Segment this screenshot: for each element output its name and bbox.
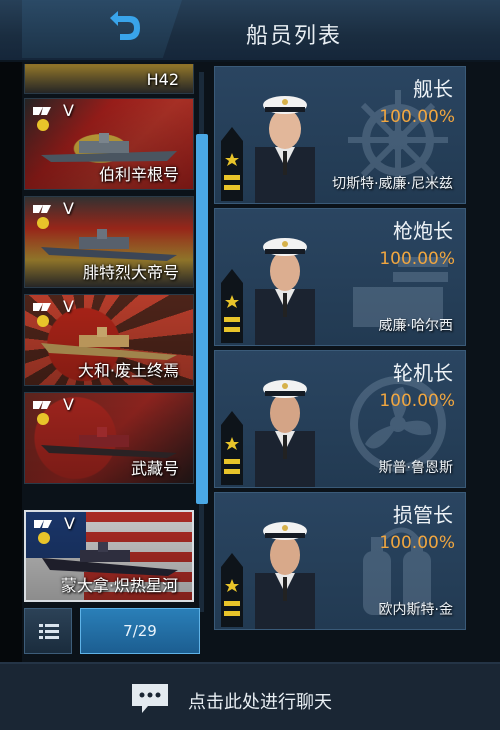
ship-name: 大和·废土终焉 <box>77 361 179 380</box>
ship-name: H42 <box>146 70 179 89</box>
rank-insignia-icon <box>221 553 243 627</box>
officer-portrait <box>255 380 315 487</box>
crew-role: 轮机长 <box>393 361 453 385</box>
crew-name: 威廉·哈尔西 <box>378 318 453 334</box>
crew-role: 舰长 <box>413 77 453 101</box>
rank-badge-icon <box>34 520 52 544</box>
ship-tier: V <box>63 101 74 120</box>
officer-portrait <box>255 522 315 629</box>
rank-badge-icon <box>33 205 51 229</box>
rank-badge-icon <box>33 303 51 327</box>
back-button[interactable] <box>100 8 150 48</box>
crew-name: 斯普·鲁恩斯 <box>378 460 453 476</box>
crew-role: 损管长 <box>393 503 453 527</box>
ship-card-3[interactable]: V 大和·废土终焉 <box>24 294 194 386</box>
ship-list[interactable]: H42 V 伯利辛根号 V 腓特烈大帝号 V 大和·废土终焉 V 武藏号 V 蒙… <box>24 64 196 604</box>
page-indicator[interactable]: 7/29 <box>80 608 200 654</box>
battleship-icon <box>41 229 177 261</box>
officer-portrait <box>255 96 315 203</box>
crew-card-captain[interactable]: 舰长 100.00% 切斯特·威廉·尼米兹 <box>214 66 466 204</box>
rank-badge-icon <box>33 401 51 425</box>
crew-name: 切斯特·威廉·尼米兹 <box>332 176 453 192</box>
officer-portrait <box>255 238 315 345</box>
crew-name: 欧内斯特·金 <box>378 602 453 618</box>
battleship-icon <box>41 427 177 458</box>
back-arrow-icon <box>110 11 140 40</box>
list-icon <box>39 624 59 639</box>
chat-bubble-icon <box>132 684 168 713</box>
ship-card-0[interactable]: H42 <box>24 64 194 94</box>
ship-name: 蒙大拿·炽热星河 <box>60 576 178 595</box>
crew-percent: 100.00% <box>379 533 455 553</box>
ship-card-2[interactable]: V 腓特烈大帝号 <box>24 196 194 288</box>
page-title: 船员列表 <box>246 24 343 49</box>
chat-bar[interactable]: 点击此处进行聊天 <box>0 662 500 730</box>
ship-tier: V <box>63 199 74 218</box>
crew-card-gunnery[interactable]: 枪炮长 100.00% 威廉·哈尔西 <box>214 208 466 346</box>
ship-card-1[interactable]: V 伯利辛根号 <box>24 98 194 190</box>
crew-card-damage-control[interactable]: 损管长 100.00% 欧内斯特·金 <box>214 492 466 630</box>
list-view-button[interactable] <box>24 608 72 654</box>
ship-card-4[interactable]: V 武藏号 <box>24 392 194 484</box>
header-bar: 船员列表 <box>0 0 500 62</box>
rank-insignia-icon <box>221 269 243 343</box>
ship-card-5-selected[interactable]: V 蒙大拿·炽热星河 <box>24 510 194 602</box>
ship-name: 武藏号 <box>130 459 179 478</box>
rank-badge-icon <box>33 107 51 131</box>
rank-insignia-icon <box>221 411 243 485</box>
ship-name: 腓特烈大帝号 <box>82 263 179 282</box>
crew-card-engineer[interactable]: 轮机长 100.00% 斯普·鲁恩斯 <box>214 350 466 488</box>
rank-insignia-icon <box>221 127 243 201</box>
crew-percent: 100.00% <box>379 391 455 411</box>
left-edge <box>0 62 22 672</box>
crew-percent: 100.00% <box>379 107 455 127</box>
ship-tier: V <box>63 297 74 316</box>
battleship-icon <box>41 327 177 360</box>
ship-tier: V <box>64 514 75 533</box>
chat-prompt: 点击此处进行聊天 <box>188 692 332 713</box>
ship-tier: V <box>63 395 74 414</box>
battleship-icon <box>41 133 177 162</box>
crew-role: 枪炮长 <box>393 219 453 243</box>
crew-percent: 100.00% <box>379 249 455 269</box>
ship-list-scrollbar[interactable] <box>196 134 208 504</box>
ship-name: 伯利辛根号 <box>98 165 179 184</box>
